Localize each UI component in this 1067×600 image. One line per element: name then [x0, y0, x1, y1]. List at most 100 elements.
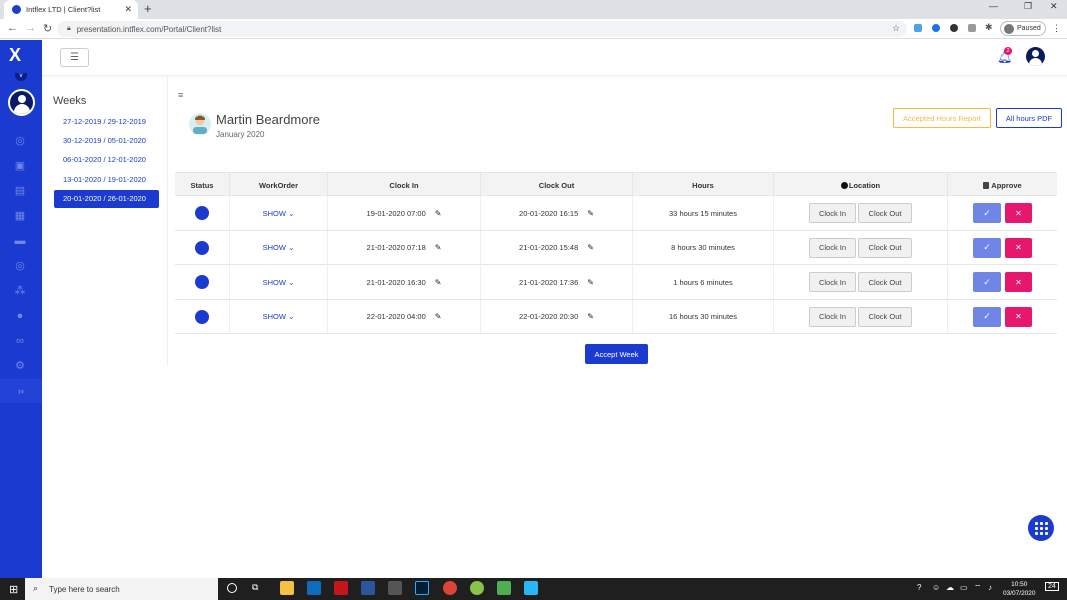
week-item[interactable]: 06-01-2020 / 12-01-2020: [54, 151, 159, 169]
cortana-icon[interactable]: [227, 583, 237, 593]
week-item[interactable]: 13-01-2020 / 19-01-2020: [54, 171, 159, 189]
photoshop-icon[interactable]: [415, 581, 429, 595]
app-sheet-icon[interactable]: [497, 581, 511, 595]
chevron-down-icon[interactable]: v: [15, 73, 27, 81]
tab-close-icon[interactable]: ✕: [124, 4, 132, 15]
sidebar-avatar[interactable]: [8, 89, 35, 116]
edit-pencil-icon[interactable]: ✎: [587, 312, 594, 321]
app-icon[interactable]: [388, 581, 402, 595]
url-input[interactable]: 🔒︎ presentation.intflex.com/Portal/Clien…: [57, 21, 907, 37]
globe-icon[interactable]: ◎: [13, 135, 27, 147]
minimize-button[interactable]: —: [989, 1, 998, 11]
app-logo[interactable]: X: [9, 45, 21, 66]
file-explorer-icon[interactable]: [280, 581, 294, 595]
hamburger-icon: ☰: [70, 52, 79, 63]
edit-pencil-icon[interactable]: ✎: [587, 278, 594, 287]
approve-check-button[interactable]: ✓: [973, 306, 1001, 327]
word-icon[interactable]: [361, 581, 375, 595]
app-blue-icon[interactable]: [524, 581, 538, 595]
approve-check-button[interactable]: ✓: [973, 203, 1001, 223]
reject-x-button[interactable]: ✕: [1005, 203, 1032, 223]
reject-x-button[interactable]: ✕: [1005, 237, 1032, 258]
show-workorder-link[interactable]: SHOW ⌄: [263, 209, 295, 218]
location-clock-in-button[interactable]: Clock In: [809, 306, 856, 327]
edit-pencil-icon[interactable]: ✎: [435, 312, 442, 321]
sidebar-expand-icon[interactable]: ››: [0, 379, 42, 403]
menu-toggle-button[interactable]: ☰: [60, 48, 89, 67]
approve-check-button[interactable]: ✓: [973, 272, 1001, 292]
hours-cell: 33 hours 15 minutes: [633, 196, 774, 230]
battery-icon[interactable]: ▭: [960, 583, 968, 592]
back-arrow-icon[interactable]: ←: [7, 22, 18, 34]
location-clock-out-button[interactable]: Clock Out: [858, 306, 912, 327]
location-clock-out-button[interactable]: Clock Out: [858, 237, 912, 258]
location-clock-in-button[interactable]: Clock In: [809, 203, 856, 223]
week-item[interactable]: 30-12-2019 / 05-01-2020: [54, 132, 159, 150]
location-clock-in-button[interactable]: Clock In: [809, 237, 856, 258]
edit-pencil-icon[interactable]: ✎: [435, 278, 442, 287]
browser-menu-icon[interactable]: ⋮: [1052, 23, 1061, 34]
window-close-button[interactable]: ✕: [1050, 1, 1058, 12]
employee-name: Martin Beardmore: [216, 112, 321, 127]
windows-start-icon[interactable]: ⊞: [9, 583, 18, 596]
profile-button[interactable]: Paused: [1000, 21, 1046, 36]
restore-button[interactable]: ❐: [1024, 1, 1032, 12]
user-settings-icon[interactable]: ⚙: [13, 360, 27, 372]
week-item-active[interactable]: 20-01-2020 / 26-01-2020: [54, 190, 159, 208]
edit-pencil-icon[interactable]: ✎: [435, 209, 442, 218]
edit-pencil-icon[interactable]: ✎: [435, 243, 442, 252]
accepted-hours-report-button[interactable]: Accepted Hours Report: [893, 108, 991, 128]
extension-cloud-icon[interactable]: [914, 24, 922, 32]
extensions-puzzle-icon[interactable]: ✱: [985, 22, 993, 33]
bookmark-star-icon[interactable]: ☆: [892, 23, 900, 34]
taskbar-search-input[interactable]: ⌕ Type here to search: [25, 578, 218, 600]
user-avatar[interactable]: [1026, 47, 1045, 66]
show-workorder-link[interactable]: SHOW ⌄: [263, 278, 295, 287]
chrome-icon[interactable]: [443, 581, 457, 595]
reload-icon[interactable]: ↻: [43, 22, 52, 35]
edit-pencil-icon[interactable]: ✎: [587, 209, 594, 218]
edit-pencil-icon[interactable]: ✎: [587, 243, 594, 252]
search-icon: ⌕: [33, 583, 39, 593]
content-menu-icon[interactable]: ≡: [178, 90, 183, 100]
help-icon[interactable]: ?: [917, 583, 921, 592]
browser-tab[interactable]: Intflex LTD | Client?list ✕: [4, 0, 138, 19]
approve-check-button[interactable]: ✓: [973, 237, 1001, 258]
users-icon[interactable]: ∞: [13, 335, 27, 347]
extension-dark-icon[interactable]: [950, 24, 958, 32]
show-workorder-link[interactable]: SHOW ⌄: [263, 243, 295, 252]
basket-icon[interactable]: ▣: [13, 160, 27, 172]
show-workorder-link[interactable]: SHOW ⌄: [263, 312, 295, 321]
extension-gray-icon[interactable]: [968, 24, 976, 32]
hierarchy-icon[interactable]: ⁂: [13, 285, 27, 297]
network-icon[interactable]: ☁: [946, 583, 954, 592]
weeks-panel: Weeks 27-12-2019 / 29-12-2019 30-12-2019…: [42, 76, 168, 366]
accept-week-button[interactable]: Accept Week: [585, 344, 648, 364]
briefcase-icon[interactable]: ▦: [13, 210, 27, 222]
reject-x-button[interactable]: ✕: [1005, 306, 1032, 327]
location-clock-out-button[interactable]: Clock Out: [858, 272, 912, 292]
clock-out-cell: 21-01-2020 17:36 ✎: [481, 265, 633, 299]
location-clock-in-button[interactable]: Clock In: [809, 272, 856, 292]
new-tab-button[interactable]: +: [144, 1, 152, 16]
reject-x-button[interactable]: ✕: [1005, 272, 1032, 292]
extension-blue-icon[interactable]: [932, 24, 940, 32]
task-view-icon[interactable]: ⧉: [252, 582, 258, 593]
week-item[interactable]: 27-12-2019 / 29-12-2019: [54, 113, 159, 131]
acrobat-icon[interactable]: [334, 581, 348, 595]
apps-grid-button[interactable]: [1028, 515, 1054, 541]
forward-arrow-icon[interactable]: →: [25, 22, 36, 34]
location-clock-out-button[interactable]: Clock Out: [858, 203, 912, 223]
taskbar-clock[interactable]: 10:50 03/07/2020: [1003, 580, 1036, 598]
outlook-icon[interactable]: [307, 581, 321, 595]
app-green-icon[interactable]: [470, 581, 484, 595]
wallet-icon[interactable]: ▬: [13, 235, 27, 247]
volume-icon[interactable]: ♪: [988, 583, 992, 592]
calendar-icon[interactable]: ▤: [13, 185, 27, 197]
all-hours-pdf-button[interactable]: All hours PDF: [996, 108, 1062, 128]
timer-icon[interactable]: ●: [13, 310, 27, 322]
action-center-icon[interactable]: 24: [1045, 582, 1059, 591]
people-icon[interactable]: ☺: [932, 583, 940, 592]
world-icon[interactable]: ◎: [13, 260, 27, 272]
wifi-icon[interactable]: ⌔: [974, 583, 982, 593]
